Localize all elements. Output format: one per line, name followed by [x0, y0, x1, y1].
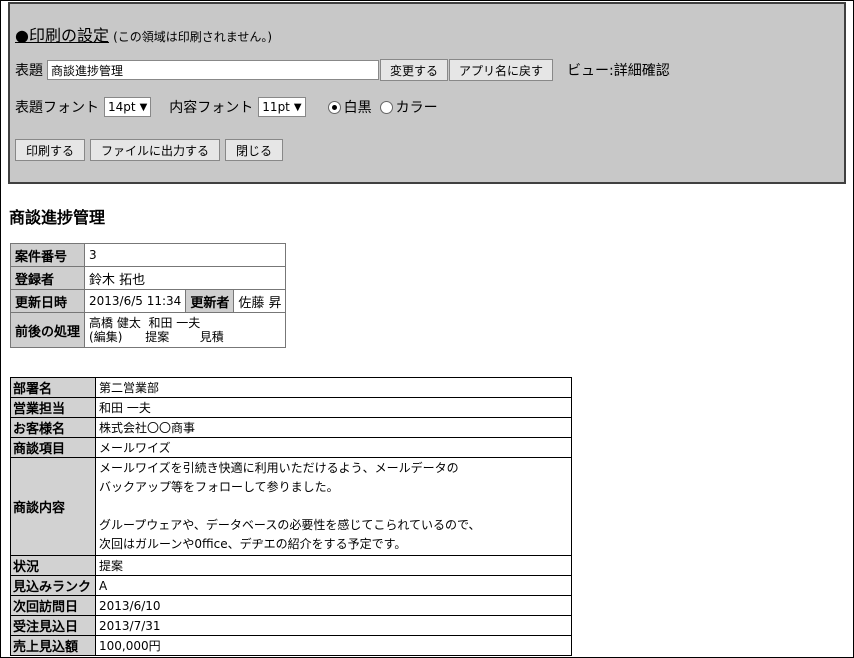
registrant-value: 鈴木 拓也	[84, 266, 287, 290]
mono-radio[interactable]: 白黒	[327, 97, 372, 117]
updater-label: 更新者	[185, 289, 235, 313]
table-row: 部署名 第二営業部	[10, 377, 572, 398]
chevron-down-icon: ▼	[293, 101, 302, 113]
table-row: 見込みランク A	[10, 575, 572, 596]
next-visit-value: 2013/6/10	[95, 595, 572, 616]
table-row: 次回訪問日 2013/6/10	[10, 595, 572, 616]
case-no-label: 案件番号	[9, 243, 86, 267]
print-settings-panel: ●印刷の設定 (この領域は印刷されません。) 表題 変更する アプリ名に戻す ビ…	[8, 2, 846, 184]
table-row: お客様名 株式会社〇〇商事	[10, 417, 572, 438]
content-font-label: 内容フォント	[169, 100, 254, 116]
updated-at-value: 2013/6/5 11:34	[84, 289, 187, 313]
change-title-button[interactable]: 変更する	[380, 59, 449, 81]
table-row: 登録者 鈴木 拓也	[9, 266, 287, 290]
dept-value: 第二営業部	[95, 377, 572, 398]
rank-label: 見込みランク	[10, 575, 96, 596]
print-settings-link[interactable]: ●印刷の設定	[15, 26, 109, 45]
status-value: 提案	[95, 555, 572, 576]
rank-value: A	[95, 575, 572, 596]
chevron-down-icon: ▼	[139, 101, 148, 113]
title-label: 表題	[15, 63, 43, 79]
table-row: 商談項目 メールワイズ	[10, 437, 572, 458]
case-no-value: 3	[84, 243, 287, 267]
table-row: 前後の処理 高橋 健太 和田 一夫 (編集) 提案 見積	[9, 312, 287, 348]
sales-amount-value: 100,000円	[95, 635, 572, 656]
export-file-button[interactable]: ファイルに出力する	[90, 139, 221, 161]
font-row: 表題フォント 14pt ▼ 内容フォント 11pt ▼ 白黒 カラー	[15, 97, 438, 117]
updated-at-label: 更新日時	[9, 289, 86, 313]
updater-value: 佐藤 昇	[233, 289, 287, 313]
registrant-label: 登録者	[9, 266, 86, 290]
title-row: 表題 変更する アプリ名に戻す ビュー:詳細確認	[15, 59, 670, 81]
customer-label: お客様名	[10, 417, 96, 438]
sales-rep-value: 和田 一夫	[95, 397, 572, 418]
title-font-label: 表題フォント	[15, 100, 99, 116]
details-table: 部署名 第二営業部 営業担当 和田 一夫 お客様名 株式会社〇〇商事 商談項目 …	[10, 377, 572, 656]
radio-unchecked-icon	[379, 100, 393, 114]
table-row: 案件番号 3	[9, 243, 287, 267]
table-row: 受注見込日 2013/7/31	[10, 615, 572, 636]
color-radio[interactable]: カラー	[379, 97, 438, 117]
deal-item-value: メールワイズ	[95, 437, 572, 458]
deal-content-value: メールワイズを引続き快適に利用いただけるよう、メールデータの バックアップ等をフ…	[95, 457, 572, 556]
deal-item-label: 商談項目	[10, 437, 96, 458]
content-font-select[interactable]: 11pt ▼	[258, 97, 306, 117]
radio-checked-icon	[327, 100, 341, 114]
mono-radio-label: 白黒	[343, 100, 372, 116]
reset-app-name-button[interactable]: アプリ名に戻す	[449, 59, 554, 81]
view-label: ビュー:詳細確認	[567, 63, 670, 79]
print-button[interactable]: 印刷する	[15, 139, 86, 161]
content-font-value: 11pt	[262, 100, 290, 114]
process-label: 前後の処理	[9, 312, 86, 348]
process-value: 高橋 健太 和田 一夫 (編集) 提案 見積	[84, 312, 287, 348]
title-font-select[interactable]: 14pt ▼	[104, 97, 152, 117]
title-input[interactable]	[47, 60, 379, 80]
order-date-value: 2013/7/31	[95, 615, 572, 636]
deal-content-label: 商談内容	[10, 457, 96, 556]
print-settings-note: (この領域は印刷されません。)	[113, 30, 273, 44]
color-radio-label: カラー	[395, 100, 438, 116]
table-row: 営業担当 和田 一夫	[10, 397, 572, 418]
print-settings-heading: ●印刷の設定 (この領域は印刷されません。)	[15, 22, 272, 46]
order-date-label: 受注見込日	[10, 615, 96, 636]
table-row: 更新日時 2013/6/5 11:34 更新者 佐藤 昇	[9, 289, 287, 313]
next-visit-label: 次回訪問日	[10, 595, 96, 616]
status-label: 状況	[10, 555, 96, 576]
title-font-value: 14pt	[108, 100, 136, 114]
table-row: 状況 提案	[10, 555, 572, 576]
table-row: 売上見込額 100,000円	[10, 635, 572, 656]
customer-value: 株式会社〇〇商事	[95, 417, 572, 438]
sales-rep-label: 営業担当	[10, 397, 96, 418]
page-title: 商談進捗管理	[9, 208, 106, 227]
table-row: 商談内容 メールワイズを引続き快適に利用いただけるよう、メールデータの バックア…	[10, 457, 572, 556]
record-info-table: 案件番号 3 登録者 鈴木 拓也 更新日時 2013/6/5 11:34 更新者…	[9, 243, 287, 348]
close-button[interactable]: 閉じる	[225, 139, 284, 161]
sales-amount-label: 売上見込額	[10, 635, 96, 656]
dept-label: 部署名	[10, 377, 96, 398]
action-row: 印刷する ファイルに出力する 閉じる	[15, 139, 288, 161]
